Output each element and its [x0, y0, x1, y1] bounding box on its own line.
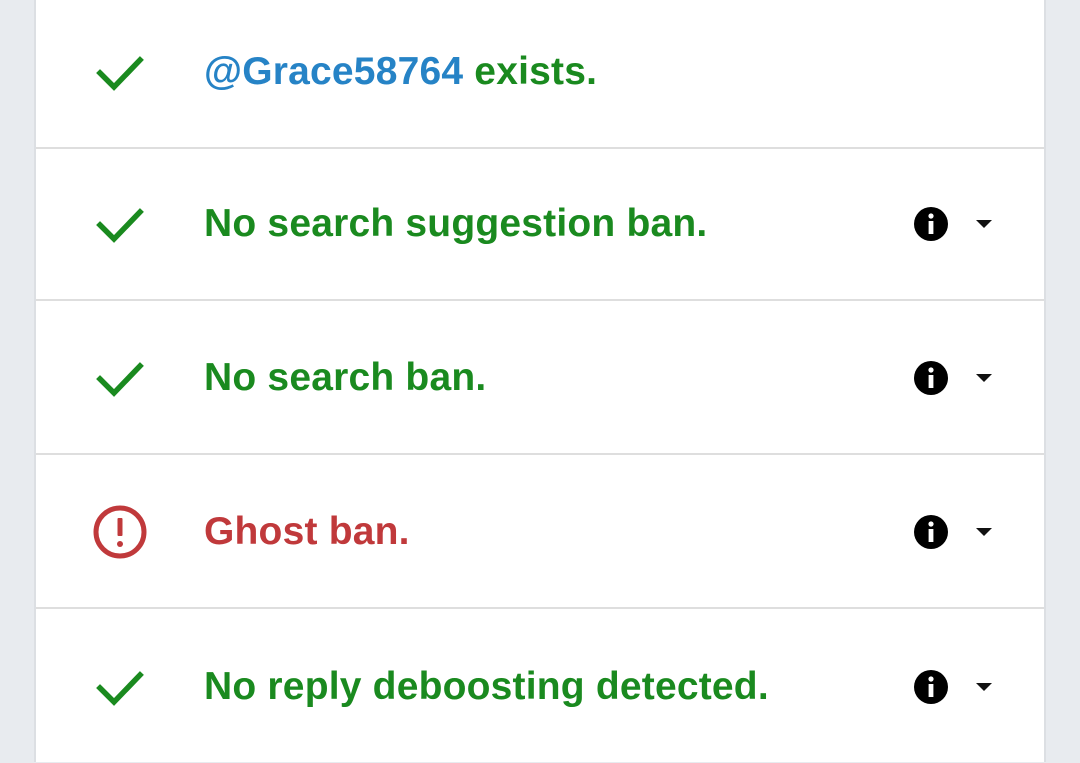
caret-down-icon[interactable]	[974, 681, 994, 693]
info-icon[interactable]	[913, 669, 949, 705]
results-card: @Grace58764 exists. No search suggestion…	[34, 0, 1046, 762]
result-row-reply-deboosting[interactable]: No reply deboosting detected.	[36, 611, 1044, 763]
result-row-account-exists: @Grace58764 exists.	[36, 0, 1044, 149]
result-label: @Grace58764 exists.	[204, 50, 597, 94]
alert-circle-icon	[92, 504, 148, 560]
info-icon[interactable]	[913, 360, 949, 396]
result-text: No search ban.	[204, 356, 487, 399]
result-text: Ghost ban.	[204, 510, 410, 553]
info-icon[interactable]	[913, 514, 949, 550]
info-icon[interactable]	[913, 206, 949, 242]
check-icon	[92, 44, 148, 100]
caret-down-icon[interactable]	[974, 372, 994, 384]
check-icon	[92, 350, 148, 406]
caret-down-icon[interactable]	[974, 526, 994, 538]
username-link[interactable]: @Grace58764	[204, 50, 463, 93]
caret-down-icon[interactable]	[974, 218, 994, 230]
result-row-search-ban[interactable]: No search ban.	[36, 303, 1044, 455]
check-icon	[92, 196, 148, 252]
result-row-ghost-ban[interactable]: Ghost ban.	[36, 457, 1044, 609]
check-icon	[92, 659, 148, 715]
result-text: No reply deboosting detected.	[204, 665, 769, 708]
result-text: No search suggestion ban.	[204, 202, 708, 245]
result-row-search-suggestion-ban[interactable]: No search suggestion ban.	[36, 149, 1044, 301]
result-text: exists.	[463, 50, 598, 93]
